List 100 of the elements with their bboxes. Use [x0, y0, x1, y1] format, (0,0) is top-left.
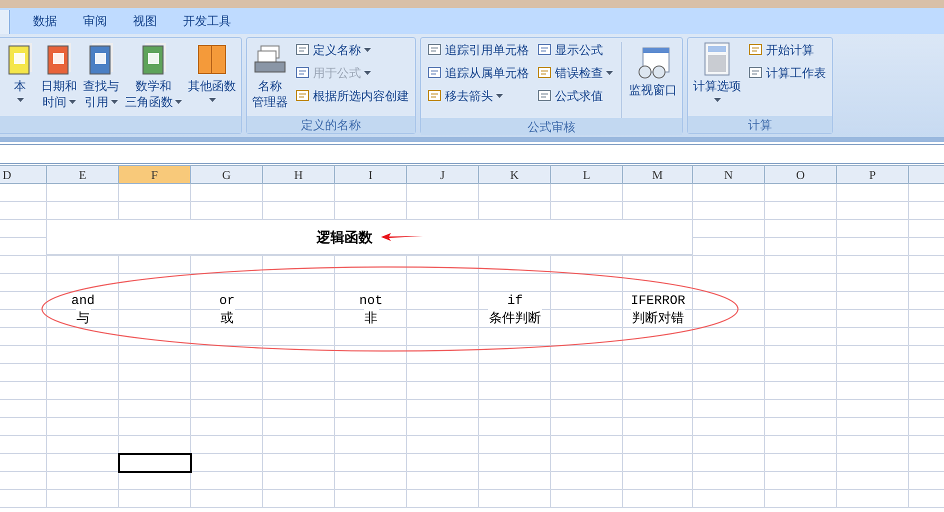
ribbon-command[interactable]: 追踪引用单元格 — [423, 38, 533, 61]
column-header[interactable]: H — [263, 166, 335, 184]
grid-cell — [623, 454, 693, 472]
grid-cell — [837, 292, 909, 310]
grid-cell — [263, 310, 335, 328]
grid-cell — [335, 346, 407, 364]
column-header[interactable]: K — [479, 166, 551, 184]
grid-cell — [693, 436, 765, 454]
grid-cell — [119, 382, 191, 400]
grid-cell — [335, 436, 407, 454]
column-header[interactable]: N — [693, 166, 765, 184]
grid-cell — [191, 490, 263, 508]
grid-cell — [623, 184, 693, 202]
grid-cell — [0, 346, 47, 364]
grid-cell — [765, 364, 837, 382]
ribbon-command[interactable]: 计算工作表 — [744, 61, 830, 84]
grid-cell — [119, 490, 191, 508]
grid-cell — [479, 436, 551, 454]
active-tab-edge — [0, 10, 10, 34]
grid-cell — [191, 436, 263, 454]
ribbon-button[interactable]: 数学和 三角函数 — [122, 38, 185, 114]
ribbon-button[interactable]: 本 — [2, 38, 38, 114]
grid-cell — [0, 256, 47, 274]
column-header[interactable]: I — [335, 166, 407, 184]
grid-cell — [0, 364, 47, 382]
grid-cell — [837, 310, 909, 328]
grid-cell — [551, 382, 623, 400]
grid-cell — [119, 274, 191, 292]
column-header[interactable]: J — [407, 166, 479, 184]
column-header[interactable]: M — [623, 166, 693, 184]
grid-cell — [407, 418, 479, 436]
command-icon — [748, 42, 763, 57]
grid-cell — [551, 454, 623, 472]
column-header[interactable]: G — [191, 166, 263, 184]
command-icon — [295, 65, 310, 80]
ribbon-command[interactable]: 移去箭头 — [423, 84, 533, 107]
grid-cell — [0, 292, 47, 310]
grid-cell — [119, 400, 191, 418]
ribbon-command[interactable]: 错误检查 — [533, 61, 617, 84]
grid-cell — [0, 202, 47, 220]
ribbon-button[interactable]: 查找与 引用 — [80, 38, 122, 114]
ribbon-command[interactable]: 定义名称 — [291, 38, 413, 61]
grid-cell — [0, 274, 47, 292]
grid-cell — [765, 346, 837, 364]
ribbon-button[interactable]: 日期和 时间 — [38, 38, 80, 114]
grid-cell — [551, 364, 623, 382]
grid-cell — [335, 400, 407, 418]
grid-cell — [837, 256, 909, 274]
grid-cell — [765, 490, 837, 508]
column-header[interactable]: F — [119, 166, 191, 184]
grid-cell — [47, 328, 119, 346]
ribbon-button[interactable]: 名称 管理器 — [249, 38, 291, 114]
ribbon-button[interactable]: 计算选项 — [690, 38, 744, 114]
ribbon-command[interactable]: 追踪从属单元格 — [423, 61, 533, 84]
column-header[interactable]: O — [765, 166, 837, 184]
grid-cell — [0, 382, 47, 400]
grid-cell — [191, 400, 263, 418]
ribbon-tab[interactable]: 开发工具 — [170, 9, 244, 33]
grid-cell — [693, 346, 765, 364]
ribbon-command[interactable]: 显示公式 — [533, 38, 617, 61]
grid-cell — [837, 454, 909, 472]
grid-cell — [551, 472, 623, 490]
grid-cell — [47, 418, 119, 436]
command-icon — [427, 65, 442, 80]
ribbon-button[interactable]: 监视窗口 — [626, 42, 680, 118]
grid-cell — [837, 382, 909, 400]
grid-cell — [407, 400, 479, 418]
column-header[interactable]: L — [551, 166, 623, 184]
grid-cell — [479, 490, 551, 508]
grid-cell — [479, 400, 551, 418]
command-icon — [537, 65, 552, 80]
grid-cell — [837, 202, 909, 220]
ribbon-command[interactable]: 公式求值 — [533, 84, 617, 107]
grid-cell — [765, 400, 837, 418]
grid-cell — [623, 382, 693, 400]
column-header[interactable]: D — [0, 166, 47, 184]
ribbon-button[interactable]: 其他函数 — [185, 38, 239, 114]
ribbon-command[interactable]: 开始计算 — [744, 38, 830, 61]
ribbon-command[interactable]: 根据所选内容创建 — [291, 84, 413, 107]
grid-cell — [693, 364, 765, 382]
grid-cell — [0, 310, 47, 328]
ribbon-tab[interactable]: 审阅 — [70, 9, 120, 33]
grid-cell — [837, 346, 909, 364]
grid-cell — [47, 382, 119, 400]
grid-cell — [191, 346, 263, 364]
grid-cell — [479, 184, 551, 202]
grid-cell — [551, 274, 623, 292]
column-header[interactable]: E — [47, 166, 119, 184]
cell-text: 判断对错 — [631, 309, 685, 327]
command-icon — [537, 88, 552, 103]
grid-cell — [765, 274, 837, 292]
column-header[interactable]: P — [837, 166, 909, 184]
grid-cell — [765, 184, 837, 202]
column-header[interactable] — [909, 166, 944, 184]
ribbon-tab[interactable]: 数据 — [20, 9, 70, 33]
grid-cell — [47, 184, 119, 202]
ribbon-tab[interactable]: 视图 — [120, 9, 170, 33]
grid-cell — [407, 490, 479, 508]
grid-cell — [623, 418, 693, 436]
group-label: 计算 — [748, 116, 772, 134]
